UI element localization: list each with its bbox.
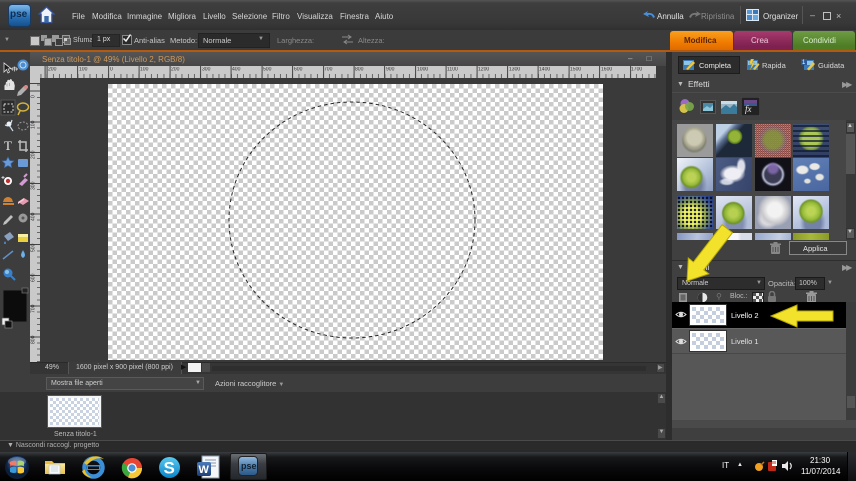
svg-text:fx: fx	[745, 104, 752, 114]
svg-text:T: T	[4, 138, 12, 153]
svg-text:S: S	[164, 459, 175, 478]
svg-text:W: W	[199, 464, 210, 476]
